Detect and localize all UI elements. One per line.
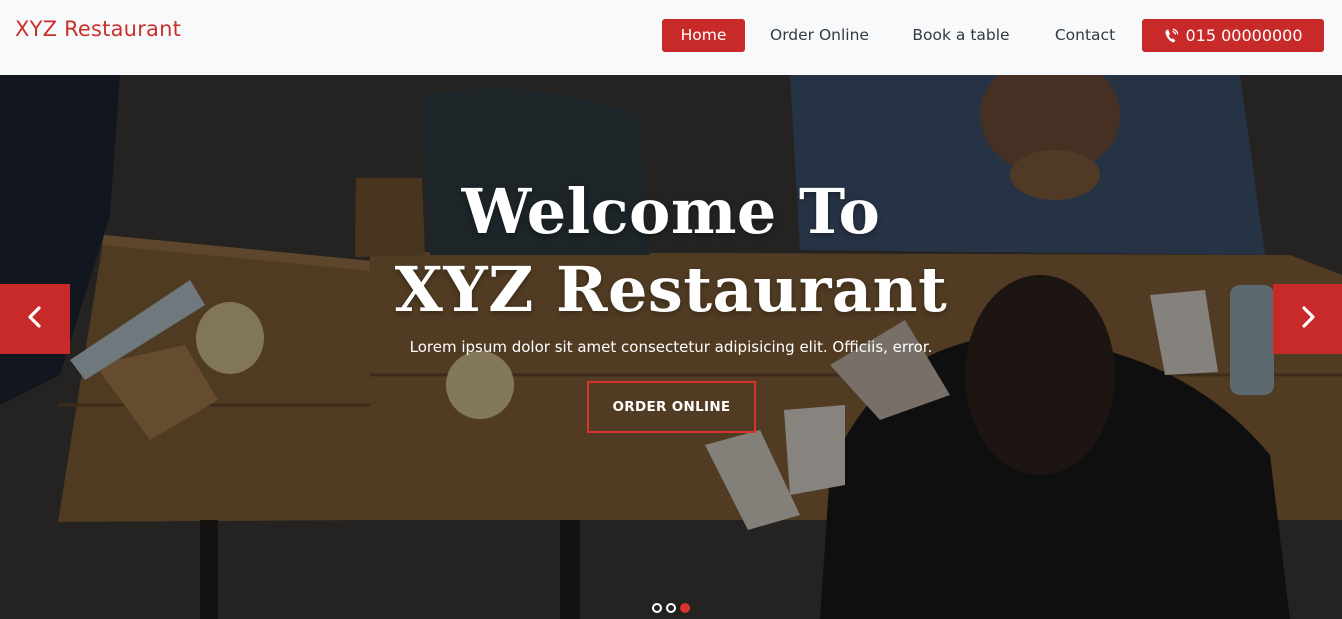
carousel-indicators: [652, 603, 690, 613]
nav-order-online[interactable]: Order Online: [762, 19, 877, 52]
navbar: XYZ Restaurant Home Order Online Book a …: [0, 0, 1342, 75]
phone-volume-icon: [1163, 28, 1179, 44]
hero-carousel: Welcome To XYZ Restaurant Lorem ipsum do…: [0, 75, 1342, 619]
hero-title-line1: Welcome To: [461, 175, 881, 248]
carousel-prev-button[interactable]: [0, 284, 70, 354]
carousel-indicator-3[interactable]: [680, 603, 690, 613]
hero-subtitle: Lorem ipsum dolor sit amet consectetur a…: [409, 338, 933, 356]
nav-book-table[interactable]: Book a table: [902, 19, 1020, 52]
chevron-left-icon: [25, 305, 45, 333]
chevron-right-icon: [1298, 305, 1318, 333]
nav-home[interactable]: Home: [662, 19, 745, 52]
hero-title: Welcome To XYZ Restaurant: [0, 173, 1342, 329]
hero-title-line2: XYZ Restaurant: [394, 253, 948, 326]
carousel-indicator-1[interactable]: [652, 603, 662, 613]
order-online-button[interactable]: ORDER ONLINE: [587, 381, 756, 433]
nav-contact[interactable]: Contact: [1044, 19, 1126, 52]
phone-button[interactable]: 015 00000000: [1142, 19, 1324, 52]
carousel-next-button[interactable]: [1273, 284, 1342, 354]
brand-logo[interactable]: XYZ Restaurant: [15, 17, 181, 41]
carousel-indicator-2[interactable]: [666, 603, 676, 613]
phone-number: 015 00000000: [1185, 26, 1303, 45]
